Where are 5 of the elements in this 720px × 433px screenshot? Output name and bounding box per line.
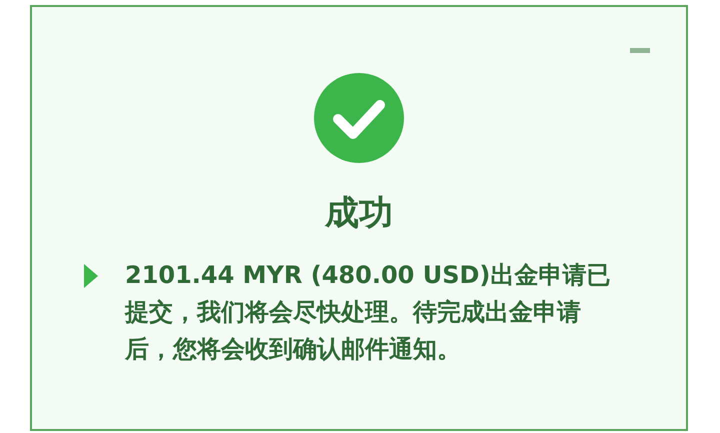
check-circle-icon [314,73,404,163]
message-text: 2101.44 MYR (480.00 USD)出金申请已提交，我们将会尽快处理。待完成出金申请后，您将会收到确认邮件通知。 [125,260,612,365]
triangle-icon [84,264,98,288]
dialog-title: 成功 [325,193,393,233]
minimize-icon[interactable] [630,48,650,53]
